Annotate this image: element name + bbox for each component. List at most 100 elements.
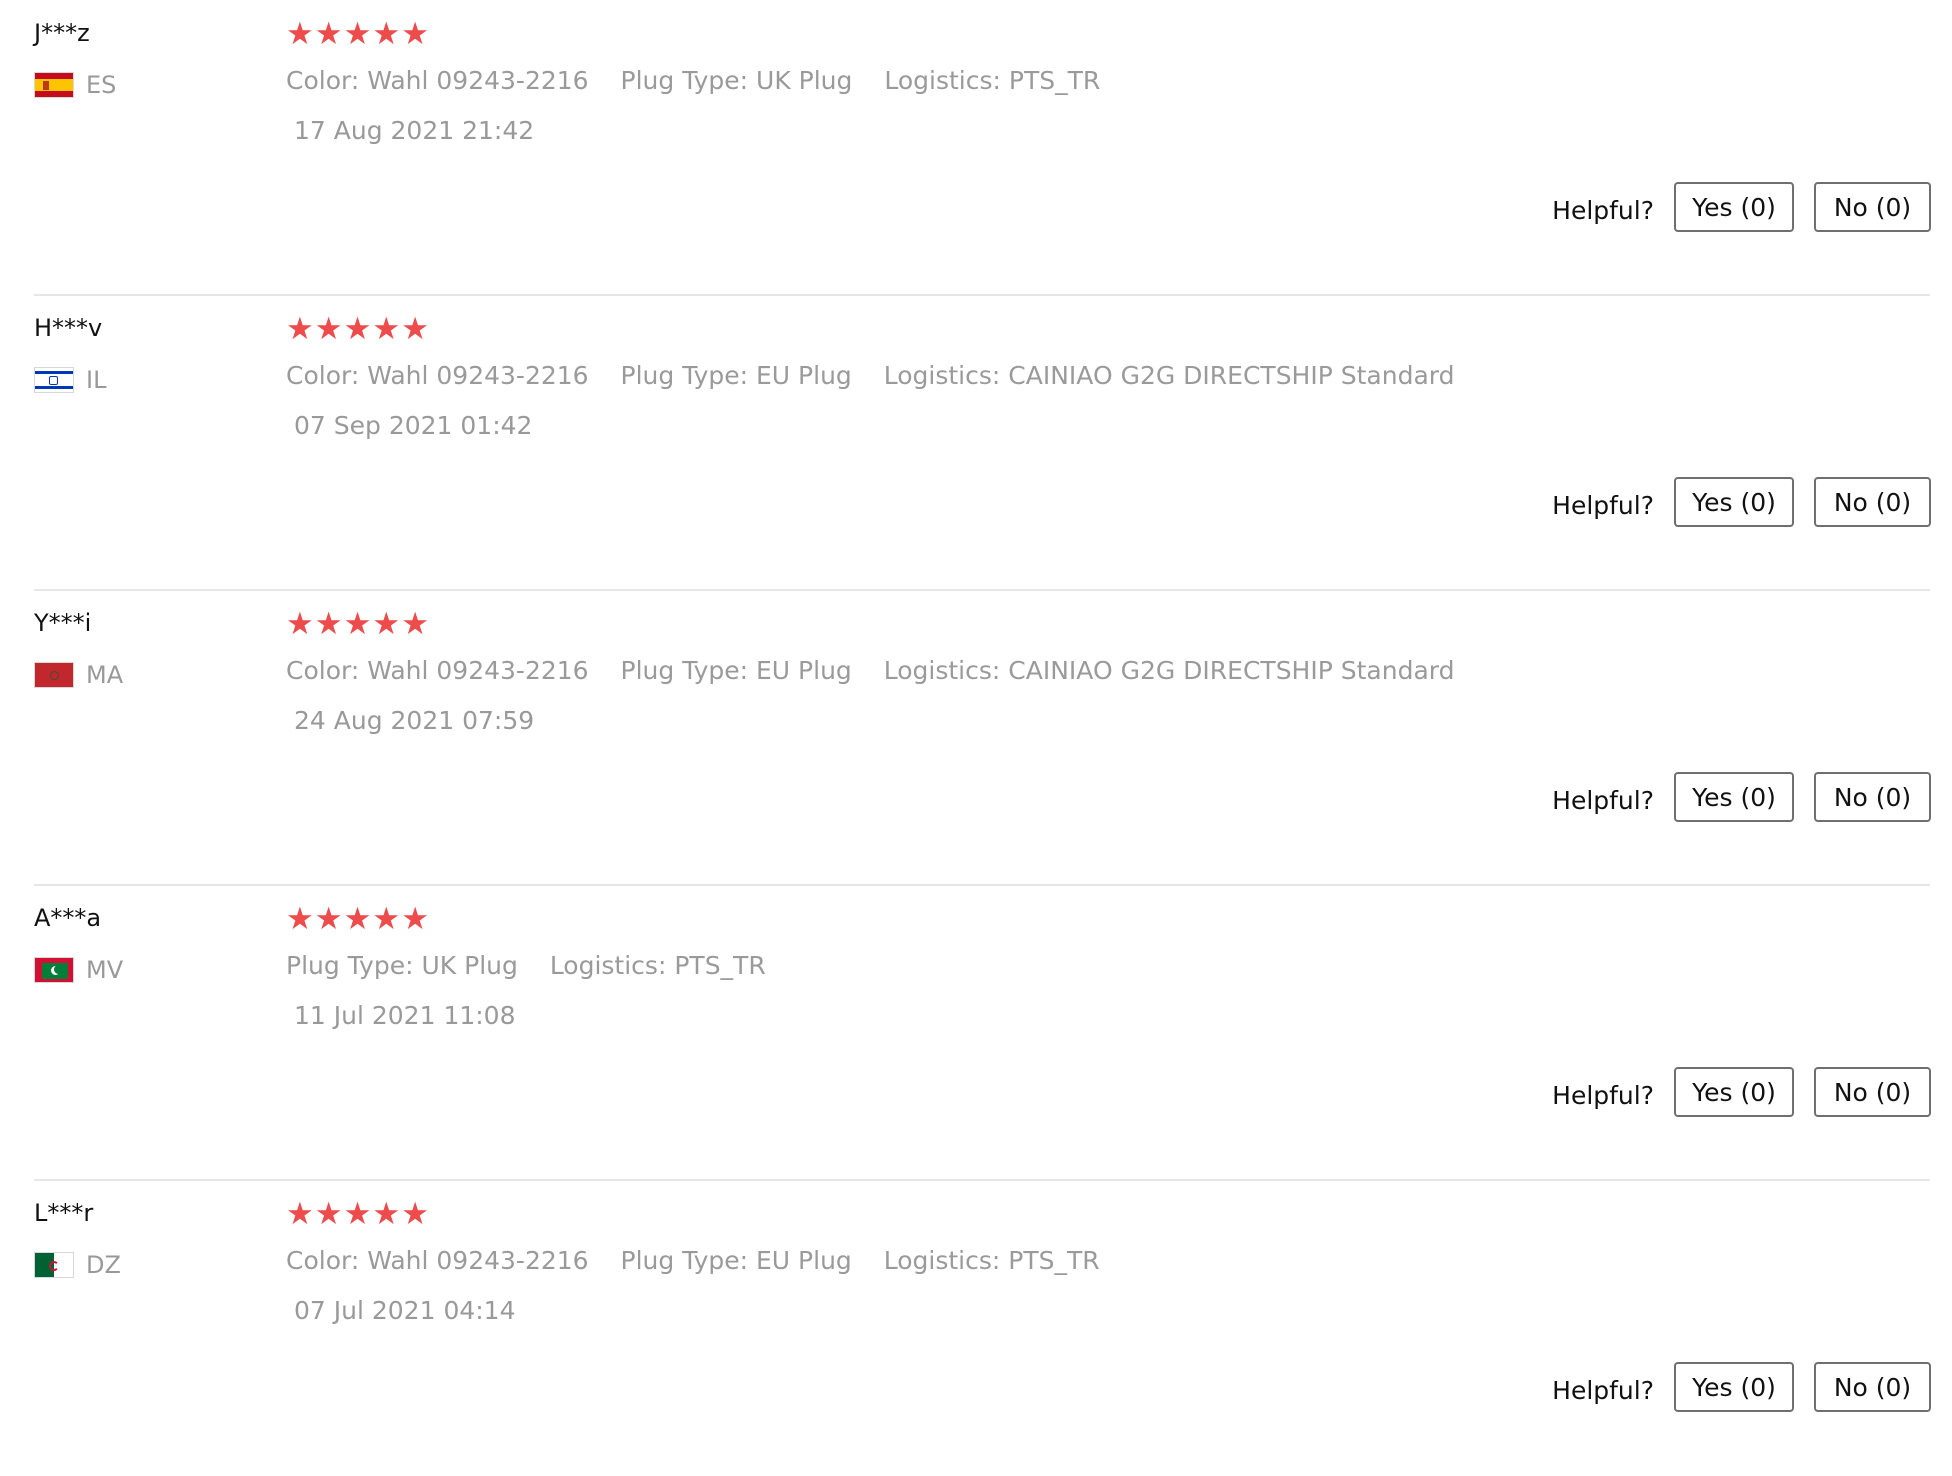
star-icon: ★ (286, 311, 315, 347)
attribute-label: Color: (286, 66, 360, 95)
attribute-value: EU Plug (756, 361, 852, 390)
helpful-yes-button[interactable]: Yes (0) (1674, 772, 1794, 822)
helpful-label: Helpful? (1552, 785, 1654, 815)
review-item: J***z ES ★★★★★ Color: Wahl 09243-2216 Pl… (0, 0, 1952, 296)
helpful-label: Helpful? (1552, 1080, 1654, 1110)
reviewer-country: IL (34, 363, 106, 397)
attribute-value: Wahl 09243-2216 (367, 66, 589, 95)
reviewer-name: A***a (34, 904, 102, 932)
star-icon: ★ (286, 16, 315, 52)
helpful-no-button[interactable]: No (0) (1814, 1067, 1931, 1117)
reviewer-name: Y***i (34, 609, 92, 637)
product-attributes: Color: Wahl 09243-2216 Plug Type: EU Plu… (286, 654, 1479, 688)
star-icon: ★ (372, 16, 402, 52)
helpful-yes-button[interactable]: Yes (0) (1674, 182, 1794, 232)
attribute-plug-type: Plug Type: UK Plug (621, 66, 853, 95)
attribute-value: CAINIAO G2G DIRECTSHIP Standard (1008, 656, 1455, 685)
rating-stars: ★★★★★ (286, 309, 430, 349)
rating-stars: ★★★★★ (286, 899, 430, 939)
morocco-flag-icon (34, 662, 74, 688)
algeria-flag-icon (34, 1252, 74, 1278)
helpful-label: Helpful? (1552, 195, 1654, 225)
attribute-value: PTS_TR (1008, 1246, 1100, 1275)
helpful-no-button[interactable]: No (0) (1814, 477, 1931, 527)
attribute-logistics: Logistics: PTS_TR (550, 951, 766, 980)
country-code: ES (86, 71, 117, 99)
star-icon: ★ (343, 1196, 373, 1232)
review-item: A***a MV ★★★★★ Plug Type: UK Plug Logist… (0, 885, 1952, 1181)
attribute-label: Plug Type: (620, 66, 749, 95)
helpful-yes-button[interactable]: Yes (0) (1674, 1067, 1794, 1117)
star-icon: ★ (372, 606, 402, 642)
attribute-plug-type: Plug Type: EU Plug (621, 1246, 852, 1275)
reviewer-country: ES (34, 68, 116, 102)
helpful-no-button[interactable]: No (0) (1814, 772, 1931, 822)
country-code: MV (86, 956, 124, 984)
attribute-label: Logistics: (883, 656, 1001, 685)
israel-flag-icon (34, 367, 74, 393)
attribute-value: EU Plug (756, 656, 852, 685)
attribute-color: Color: Wahl 09243-2216 (286, 656, 589, 685)
helpful-label: Helpful? (1552, 1375, 1654, 1405)
attribute-plug-type: Plug Type: EU Plug (621, 361, 852, 390)
attribute-color: Color: Wahl 09243-2216 (286, 361, 589, 390)
attribute-label: Plug Type: (620, 361, 749, 390)
attribute-label: Logistics: (883, 361, 1001, 390)
reviewer-country: MV (34, 953, 123, 987)
spain-flag-icon (34, 72, 74, 98)
helpful-no-button[interactable]: No (0) (1814, 182, 1931, 232)
reviewer-country: MA (34, 658, 123, 692)
attribute-value: Wahl 09243-2216 (367, 656, 589, 685)
attribute-label: Color: (286, 1246, 360, 1275)
product-attributes: Plug Type: UK Plug Logistics: PTS_TR (286, 949, 790, 983)
star-icon: ★ (314, 16, 344, 52)
product-attributes: Color: Wahl 09243-2216 Plug Type: EU Plu… (286, 359, 1479, 393)
attribute-label: Plug Type: (620, 656, 749, 685)
country-code: MA (86, 661, 124, 689)
helpful-vote: Helpful? Yes (0) No (0) (1552, 182, 1931, 232)
helpful-yes-button[interactable]: Yes (0) (1674, 477, 1794, 527)
country-code: IL (86, 366, 107, 394)
helpful-label: Helpful? (1552, 490, 1654, 520)
helpful-vote: Helpful? Yes (0) No (0) (1552, 477, 1931, 527)
attribute-label: Color: (286, 361, 360, 390)
product-attributes: Color: Wahl 09243-2216 Plug Type: EU Plu… (286, 1244, 1124, 1278)
attribute-value: Wahl 09243-2216 (367, 361, 589, 390)
star-icon: ★ (401, 901, 430, 937)
star-icon: ★ (401, 16, 430, 52)
attribute-value: UK Plug (421, 951, 518, 980)
review-date: 24 Aug 2021 07:59 (294, 706, 535, 735)
star-icon: ★ (286, 606, 315, 642)
attribute-label: Logistics: (883, 1246, 1001, 1275)
attribute-label: Plug Type: (286, 951, 414, 980)
attribute-plug-type: Plug Type: EU Plug (621, 656, 852, 685)
rating-stars: ★★★★★ (286, 604, 430, 644)
review-item: L***r DZ ★★★★★ Color: Wahl 09243-2216 Pl… (0, 1180, 1952, 1476)
attribute-label: Logistics: (884, 66, 1001, 95)
reviewer-country: DZ (34, 1248, 121, 1282)
star-icon: ★ (314, 606, 344, 642)
helpful-yes-button[interactable]: Yes (0) (1674, 1362, 1794, 1412)
star-icon: ★ (401, 1196, 430, 1232)
star-icon: ★ (401, 311, 430, 347)
star-icon: ★ (343, 311, 373, 347)
star-icon: ★ (314, 901, 344, 937)
attribute-label: Logistics: (549, 951, 667, 980)
reviewer-name: J***z (34, 19, 90, 47)
rating-stars: ★★★★★ (286, 14, 430, 54)
attribute-value: PTS_TR (674, 951, 766, 980)
star-icon: ★ (286, 1196, 315, 1232)
maldives-flag-icon (34, 957, 74, 983)
star-icon: ★ (372, 1196, 402, 1232)
country-code: DZ (86, 1251, 121, 1279)
attribute-color: Color: Wahl 09243-2216 (286, 66, 589, 95)
star-icon: ★ (286, 901, 315, 937)
star-icon: ★ (372, 311, 402, 347)
product-attributes: Color: Wahl 09243-2216 Plug Type: UK Plu… (286, 64, 1124, 98)
star-icon: ★ (372, 901, 402, 937)
helpful-vote: Helpful? Yes (0) No (0) (1552, 1362, 1931, 1412)
attribute-label: Plug Type: (620, 1246, 749, 1275)
helpful-no-button[interactable]: No (0) (1814, 1362, 1931, 1412)
review-item: Y***i MA ★★★★★ Color: Wahl 09243-2216 Pl… (0, 590, 1952, 886)
star-icon: ★ (314, 311, 344, 347)
